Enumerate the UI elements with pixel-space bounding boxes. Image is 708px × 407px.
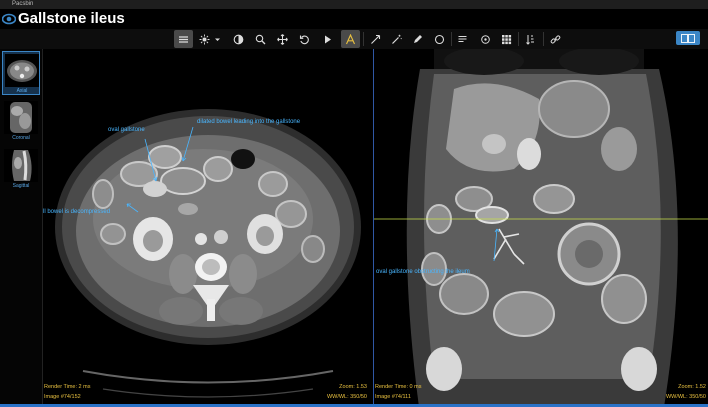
toolbar-divider (451, 32, 452, 46)
circle-icon (434, 34, 445, 44)
link-button[interactable] (546, 30, 565, 48)
link-icon (550, 34, 561, 43)
eye-icon[interactable] (2, 13, 16, 25)
series-label: Coronal (12, 135, 30, 141)
contrast-button[interactable] (229, 30, 248, 48)
series-label: Axial (16, 88, 28, 94)
play-button[interactable] (318, 30, 337, 48)
layout-button[interactable] (676, 31, 700, 45)
app-bar: Pacsbin (0, 0, 708, 9)
title-bar: Gallstone ileus (0, 9, 708, 29)
render-time-label: Render Time: 2 ms (44, 384, 91, 390)
axial-viewport[interactable]: oval gallstone dilated bowel leading int… (43, 49, 374, 407)
grid-icon (502, 34, 512, 44)
annotation-obstructing-gallstone[interactable]: oval gallstone obstructing the ileum (376, 269, 470, 275)
pan-icon (277, 33, 288, 45)
series-thumb-sagittal[interactable]: Sagittal (2, 147, 40, 191)
rotate-button[interactable] (295, 30, 314, 48)
annotation-dilated-bowel[interactable]: dilated bowel leading into the gallstone (197, 119, 300, 125)
app-name[interactable]: Pacsbin (12, 1, 33, 7)
brightness-dropdown[interactable] (211, 30, 223, 48)
circle-button[interactable] (430, 30, 449, 48)
pencil-icon (414, 34, 422, 43)
viewer-toolbar (0, 29, 708, 49)
window-level-label: WW/WL: 350/50 (326, 394, 367, 400)
target-button[interactable] (476, 30, 495, 48)
magic-icon (392, 34, 402, 44)
stack-scroll-button[interactable] (174, 30, 193, 48)
lines-button[interactable] (453, 30, 472, 48)
annotate-button[interactable] (341, 30, 360, 48)
annotation-decompressed-bowel[interactable]: ll bowel is decompressed (43, 209, 110, 215)
arrow-icon (371, 34, 381, 44)
play-icon (325, 35, 331, 43)
axial-ct-image (43, 49, 373, 407)
render-time-label: Render Time: 0 ms (375, 384, 422, 390)
chevron-down-icon (214, 38, 220, 41)
magic-button[interactable] (387, 30, 406, 48)
zoom-label: Zoom: 1.53 (339, 384, 367, 390)
zoom-label: Zoom: 1.52 (678, 384, 706, 390)
pencil-button[interactable] (408, 30, 427, 48)
zoom-icon (255, 34, 266, 44)
layout-icon (681, 33, 695, 43)
annotate-icon (345, 33, 356, 44)
toolbar-divider (363, 32, 364, 46)
image-index-label: Image #74/152 (44, 394, 81, 400)
page-title: Gallstone ileus (18, 10, 125, 27)
coronal-ct-image (374, 49, 708, 407)
axial-thumbnail (5, 54, 39, 87)
image-index-label: Image #74/111 (375, 394, 411, 400)
series-label: Sagittal (12, 183, 30, 189)
zoom-button[interactable] (251, 30, 270, 48)
pan-button[interactable] (273, 30, 292, 48)
brightness-icon (199, 34, 210, 44)
series-sidebar: Axial Coronal Sagittal (0, 49, 43, 407)
contrast-icon (233, 34, 244, 44)
toolbar-divider (543, 32, 544, 46)
series-thumb-coronal[interactable]: Coronal (2, 99, 40, 143)
window-level-label: WW/WL: 350/50 (665, 394, 706, 400)
lines-icon (458, 35, 467, 42)
arrow-button[interactable] (366, 30, 385, 48)
series-thumb-axial[interactable]: Axial (2, 51, 40, 95)
target-icon (481, 34, 490, 44)
sort-button[interactable] (520, 30, 542, 48)
toolbar-divider (518, 32, 519, 46)
grid-button[interactable] (497, 30, 516, 48)
stack-scroll-icon (179, 35, 188, 43)
coronal-thumbnail (4, 101, 38, 134)
annotation-oval-gallstone[interactable]: oval gallstone (108, 127, 145, 133)
sort-icon (526, 34, 534, 45)
sagittal-thumbnail (4, 149, 38, 182)
coronal-viewport[interactable]: oval gallstone obstructing the ileum Ren… (374, 49, 708, 407)
rotate-icon (299, 34, 309, 44)
